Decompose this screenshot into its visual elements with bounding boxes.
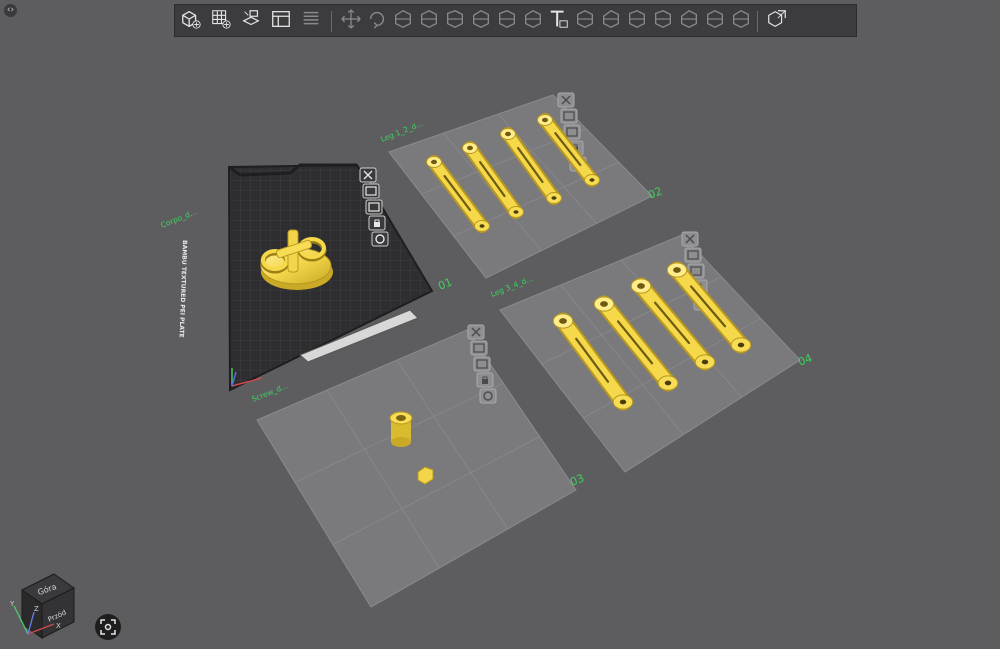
build-plate-02[interactable]: Leg 1_2_d... 02 — [379, 92, 664, 279]
build-plate-03[interactable]: Screw_d...03 — [250, 324, 586, 608]
3d-viewport[interactable]: BAMBU TEXTURED PEI PLATECorpo_d...01Leg … — [0, 0, 1000, 646]
axis-y-label: Y — [9, 600, 15, 608]
plate-lock-button[interactable] — [476, 372, 494, 388]
plate-name-label[interactable]: Leg 3_4_d... — [489, 274, 534, 299]
plate-lock-button[interactable] — [368, 215, 386, 231]
zoom-to-fit-button[interactable] — [95, 614, 121, 640]
plate-name-label[interactable]: Leg 1_2_d... — [379, 119, 424, 144]
plate-close-button[interactable] — [681, 231, 699, 247]
plate-plate-gear-button[interactable] — [479, 388, 497, 404]
plate-close-button[interactable] — [557, 92, 575, 108]
plate-orient-button[interactable] — [473, 356, 491, 372]
plates-layer: BAMBU TEXTURED PEI PLATECorpo_d...01Leg … — [159, 92, 814, 608]
plate-close-button[interactable] — [467, 324, 485, 340]
plate-close-button[interactable] — [359, 167, 377, 183]
focus-icon — [100, 619, 116, 635]
plate-name-label[interactable]: Screw_d... — [250, 381, 289, 404]
plate-auto-arrange-button[interactable] — [470, 340, 488, 356]
plate-printer-label: BAMBU TEXTURED PEI PLATE — [178, 240, 188, 338]
axis-z-label: Z — [34, 605, 39, 613]
plate-auto-arrange-button[interactable] — [362, 183, 380, 199]
view-cube[interactable]: Góra Przód Y Z X — [8, 562, 84, 644]
screw-part[interactable] — [389, 411, 413, 447]
plate-number-label: 01 — [436, 275, 454, 292]
plate-orient-button[interactable] — [365, 199, 383, 215]
plate-number-label: 02 — [646, 184, 664, 201]
plate-auto-arrange-button[interactable] — [684, 247, 702, 263]
plate-auto-arrange-button[interactable] — [560, 108, 578, 124]
plate-plate-gear-button[interactable] — [371, 231, 389, 247]
plate-number-label: 04 — [796, 351, 814, 368]
plate-name-label[interactable]: Corpo_d... — [159, 207, 198, 230]
axis-x-label: X — [56, 622, 61, 630]
